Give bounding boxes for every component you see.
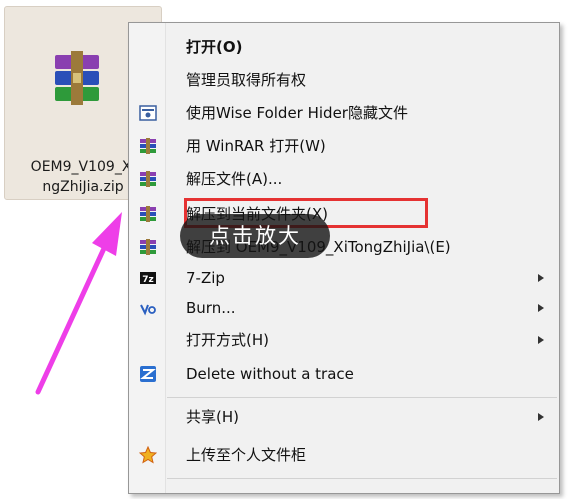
pointer-arrow-icon <box>35 212 122 395</box>
